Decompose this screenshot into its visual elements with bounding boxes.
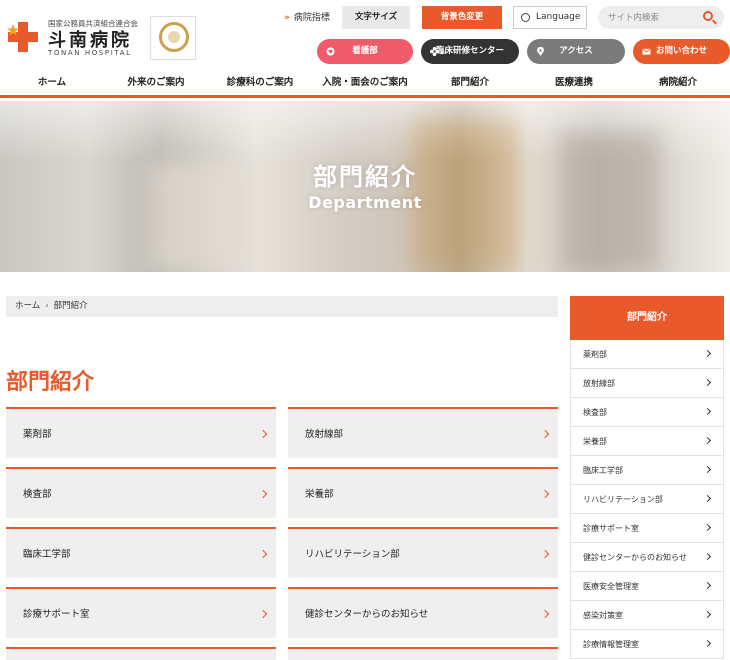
heart-shield-icon: [326, 47, 335, 56]
chevron-right-icon: [703, 349, 712, 358]
site-header: 国家公務員共済組合連合会 斗南病院 TONAN HOSPITAL » 病院指標 文…: [0, 0, 730, 70]
sidebar-item-radiology[interactable]: 放射線部: [571, 369, 723, 398]
sidebar-item-medical-support[interactable]: 診療サポート室: [571, 514, 723, 543]
chevron-right-icon: [703, 378, 712, 387]
chevron-right-icon: [258, 549, 268, 559]
card-medical-support[interactable]: 診療サポート室: [6, 587, 276, 638]
page-title: 部門紹介: [6, 370, 95, 395]
sidebar-item-clinical-engineering[interactable]: 臨床工学部: [571, 456, 723, 485]
chevron-right-icon: [703, 639, 712, 648]
chevron-right-icon: [258, 609, 268, 619]
chevron-right-icon: [703, 465, 712, 474]
breadcrumb-home[interactable]: ホーム: [15, 301, 40, 311]
clinical-training-button[interactable]: 臨床研修センター: [421, 39, 519, 64]
card-health-checkup[interactable]: 健診センターからのお知らせ: [288, 587, 558, 638]
card-nutrition[interactable]: 栄養部: [288, 467, 558, 518]
cross-logo-icon: [7, 22, 38, 52]
logo-english-name: TONAN HOSPITAL: [48, 49, 132, 57]
card-radiology[interactable]: 放射線部: [288, 407, 558, 458]
global-navigation: ホーム 外来のご案内 診療科のご案内 入院・面会のご案内 部門紹介 医療連携 病…: [0, 70, 730, 98]
card-rehabilitation[interactable]: リハビリテーション部: [288, 527, 558, 578]
chevron-right-icon: [258, 429, 268, 439]
certification-badge: [150, 16, 196, 60]
chevron-right-icon: [540, 429, 550, 439]
card-partial-next: [6, 647, 276, 660]
nav-sections[interactable]: 部門紹介: [418, 70, 522, 95]
mail-icon: [642, 48, 651, 55]
chevron-right-icon: [258, 489, 268, 499]
font-size-button[interactable]: 文字サイズ: [342, 6, 410, 29]
language-button[interactable]: Language: [513, 6, 587, 29]
breadcrumb: ホーム › 部門紹介: [6, 296, 558, 317]
flower-icon: [430, 47, 439, 56]
sidebar-item-pharmacy[interactable]: 薬剤部: [571, 340, 723, 369]
nav-outpatient[interactable]: 外来のご案内: [104, 70, 208, 95]
chevron-right-icon: [540, 549, 550, 559]
chevron-right-icon: [540, 489, 550, 499]
sidebar-item-medical-safety[interactable]: 医療安全管理室: [571, 572, 723, 601]
card-laboratory[interactable]: 検査部: [6, 467, 276, 518]
sidebar-item-nutrition[interactable]: 栄養部: [571, 427, 723, 456]
card-partial-next: [288, 647, 558, 660]
card-pharmacy[interactable]: 薬剤部: [6, 407, 276, 458]
contact-button[interactable]: お問い合わせ: [633, 39, 730, 64]
globe-icon: [521, 13, 530, 22]
hero-banner: 部門紹介 Department: [0, 101, 730, 272]
site-search: [598, 6, 724, 29]
chevron-right-icon: [703, 436, 712, 445]
badge-emblem-icon: [159, 22, 189, 52]
breadcrumb-current: 部門紹介: [53, 301, 88, 311]
chevron-right-icon: [703, 407, 712, 416]
search-input[interactable]: [608, 9, 698, 26]
hero-subtitle: Department: [308, 193, 422, 212]
chevron-right-icon: [703, 610, 712, 619]
nav-inpatient[interactable]: 入院・面会のご案内: [312, 70, 418, 95]
access-button[interactable]: アクセス: [527, 39, 625, 64]
sidebar-item-health-checkup[interactable]: 健診センターからのお知らせ: [571, 543, 723, 572]
chevron-right-icon: [540, 609, 550, 619]
breadcrumb-chevron-icon: ›: [45, 301, 49, 311]
chevron-right-icon: [703, 552, 712, 561]
search-icon[interactable]: [703, 11, 713, 21]
nursing-department-button[interactable]: 看護部: [317, 39, 413, 64]
nav-departments[interactable]: 診療科のご案内: [208, 70, 312, 95]
card-clinical-engineering[interactable]: 臨床工学部: [6, 527, 276, 578]
chevron-right-icon: [703, 494, 712, 503]
hero-title: 部門紹介: [313, 163, 417, 191]
nav-about[interactable]: 病院紹介: [626, 70, 730, 95]
hospital-indicator-link[interactable]: » 病院指標: [284, 9, 330, 27]
sidebar-title: 部門紹介: [570, 296, 724, 340]
site-logo[interactable]: 国家公務員共済組合連合会 斗南病院 TONAN HOSPITAL: [6, 16, 146, 58]
map-pin-icon: [537, 47, 544, 56]
chevron-right-icon: [703, 581, 712, 590]
background-color-button[interactable]: 背景色変更: [422, 6, 502, 29]
sidebar-list: 薬剤部 放射線部 検査部 栄養部 臨床工学部 リハビリテーション部 診療サポート…: [570, 340, 724, 659]
nav-home[interactable]: ホーム: [0, 70, 104, 95]
double-chevron-icon: »: [284, 13, 290, 23]
sidebar-item-laboratory[interactable]: 検査部: [571, 398, 723, 427]
chevron-right-icon: [703, 523, 712, 532]
sidebar-item-rehabilitation[interactable]: リハビリテーション部: [571, 485, 723, 514]
nav-cooperation[interactable]: 医療連携: [522, 70, 626, 95]
sidebar-item-medical-records[interactable]: 診療情報管理室: [571, 630, 723, 659]
sidebar-item-infection-control[interactable]: 感染対策室: [571, 601, 723, 630]
